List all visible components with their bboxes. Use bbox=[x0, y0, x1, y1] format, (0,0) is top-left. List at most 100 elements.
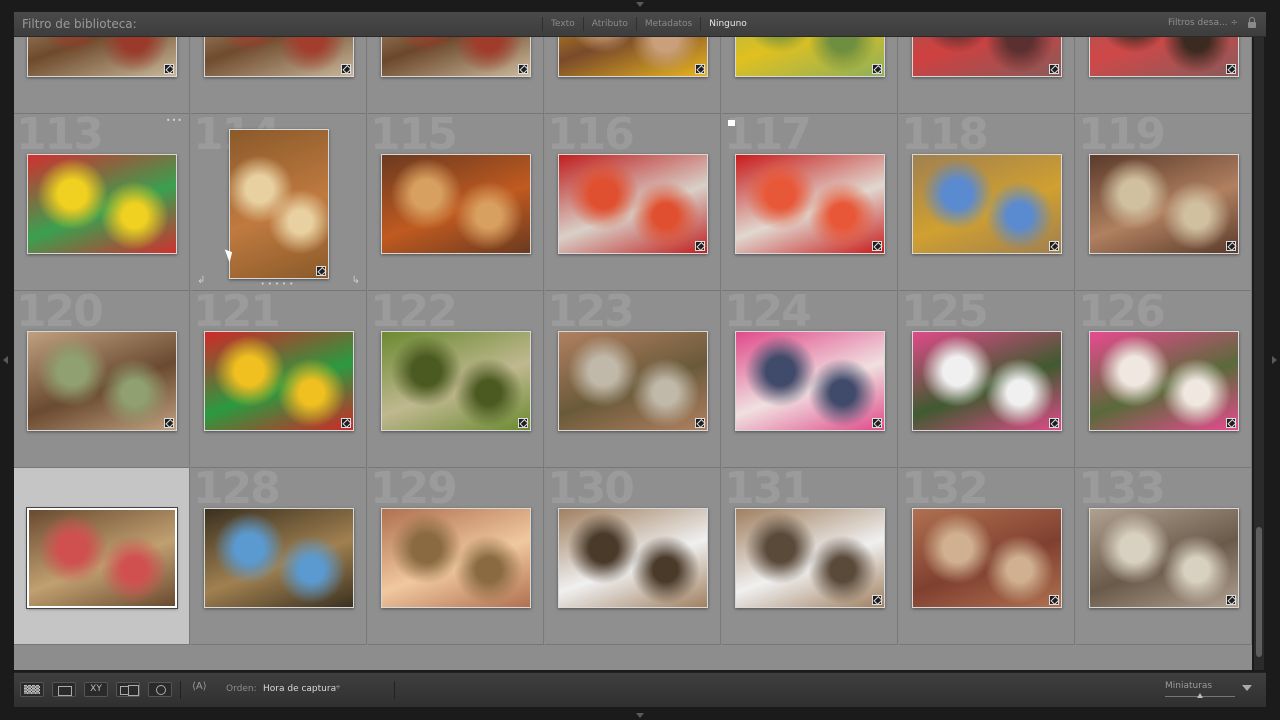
more-options-icon[interactable]: ••• bbox=[166, 116, 183, 125]
scrollbar-thumb[interactable] bbox=[1256, 527, 1262, 657]
photo-thumbnail[interactable] bbox=[203, 37, 354, 77]
compare-view-icon[interactable]: XY bbox=[84, 682, 108, 697]
grid-cell[interactable]: 118 bbox=[899, 114, 1075, 291]
metadata-badge-icon[interactable] bbox=[340, 417, 351, 428]
grid-cell[interactable]: 122 bbox=[368, 291, 544, 468]
metadata-badge-icon[interactable] bbox=[340, 63, 351, 74]
metadata-badge-icon[interactable] bbox=[1225, 417, 1236, 428]
grid-cell[interactable]: 116 bbox=[545, 114, 721, 291]
metadata-badge-icon[interactable] bbox=[163, 63, 174, 74]
grid-cell[interactable]: 114↲↳••••• bbox=[191, 114, 367, 291]
survey-view-icon[interactable] bbox=[116, 682, 140, 697]
grid-cell[interactable]: 132 bbox=[899, 468, 1075, 645]
photo-thumbnail[interactable] bbox=[203, 330, 354, 431]
photo-thumbnail[interactable] bbox=[734, 507, 885, 608]
photo-thumbnail[interactable] bbox=[203, 507, 354, 608]
grid-view-icon[interactable] bbox=[20, 682, 44, 697]
grid-cell[interactable]: 130 bbox=[545, 468, 721, 645]
photo-thumbnail[interactable] bbox=[734, 37, 885, 77]
grid-cell[interactable] bbox=[368, 37, 544, 114]
left-panel-toggle[interactable] bbox=[3, 356, 8, 364]
metadata-badge-icon[interactable] bbox=[871, 594, 882, 605]
top-panel-toggle[interactable] bbox=[636, 2, 644, 7]
sort-direction-icon[interactable]: ⟨A⟩ bbox=[192, 681, 207, 692]
grid-cell[interactable] bbox=[191, 37, 367, 114]
filter-preset-dropdown[interactable]: Filtros desa... ÷ bbox=[1168, 18, 1238, 28]
grid-cell[interactable]: 124 bbox=[722, 291, 898, 468]
grid-cell[interactable]: 115 bbox=[368, 114, 544, 291]
metadata-badge-icon[interactable] bbox=[517, 63, 528, 74]
toolbar-menu-icon[interactable] bbox=[1242, 685, 1252, 691]
metadata-badge-icon[interactable] bbox=[1225, 594, 1236, 605]
lock-icon[interactable] bbox=[1248, 17, 1256, 28]
right-panel-toggle[interactable] bbox=[1272, 356, 1277, 364]
photo-thumbnail[interactable] bbox=[1088, 330, 1239, 431]
metadata-badge-icon[interactable] bbox=[1048, 417, 1059, 428]
photo-thumbnail[interactable] bbox=[911, 37, 1062, 77]
photo-thumbnail[interactable] bbox=[1088, 507, 1239, 608]
photo-thumbnail[interactable] bbox=[557, 37, 708, 77]
photo-thumbnail[interactable] bbox=[734, 153, 885, 254]
grid-cell[interactable]: 133 bbox=[1076, 468, 1252, 645]
photo-thumbnail[interactable] bbox=[911, 330, 1062, 431]
metadata-badge-icon[interactable] bbox=[694, 240, 705, 251]
filter-tab-text[interactable]: Texto bbox=[542, 17, 583, 31]
grid-cell[interactable] bbox=[899, 37, 1075, 114]
grid-cell[interactable]: 113 ••• bbox=[14, 114, 190, 291]
sort-caret-icon[interactable]: ÷ bbox=[335, 683, 341, 691]
photo-thumbnail[interactable] bbox=[1088, 153, 1239, 254]
photo-thumbnail[interactable] bbox=[26, 330, 177, 431]
metadata-badge-icon[interactable] bbox=[694, 417, 705, 428]
metadata-badge-icon[interactable] bbox=[1048, 63, 1059, 74]
metadata-badge-icon[interactable] bbox=[694, 63, 705, 74]
filter-tab-none[interactable]: Ninguno bbox=[700, 17, 755, 31]
grid-cell[interactable]: 128 bbox=[191, 468, 367, 645]
metadata-badge-icon[interactable] bbox=[163, 417, 174, 428]
metadata-badge-icon[interactable] bbox=[315, 265, 326, 276]
photo-thumbnail[interactable] bbox=[228, 128, 329, 279]
metadata-badge-icon[interactable] bbox=[871, 240, 882, 251]
grid-cell[interactable]: 126 bbox=[1076, 291, 1252, 468]
grid-cell[interactable]: 119 bbox=[1076, 114, 1252, 291]
photo-thumbnail[interactable] bbox=[911, 153, 1062, 254]
photo-thumbnail[interactable] bbox=[26, 37, 177, 77]
photo-thumbnail[interactable] bbox=[380, 330, 531, 431]
people-view-icon[interactable] bbox=[148, 682, 172, 697]
grid-cell[interactable]: 117 bbox=[722, 114, 898, 291]
grid-scrollbar[interactable] bbox=[1254, 37, 1264, 670]
grid-cell[interactable]: 125 bbox=[899, 291, 1075, 468]
grid-cell[interactable]: 121 bbox=[191, 291, 367, 468]
grid-cell[interactable]: 129 bbox=[368, 468, 544, 645]
metadata-badge-icon[interactable] bbox=[1225, 240, 1236, 251]
grid-cell[interactable] bbox=[1076, 37, 1252, 114]
photo-thumbnail[interactable] bbox=[557, 153, 708, 254]
grid-cell[interactable] bbox=[14, 468, 190, 645]
photo-thumbnail[interactable] bbox=[734, 330, 885, 431]
filter-tab-metadata[interactable]: Metadatos bbox=[635, 17, 700, 31]
photo-thumbnail[interactable] bbox=[557, 507, 708, 608]
photo-thumbnail[interactable] bbox=[380, 153, 531, 254]
flag-icon[interactable] bbox=[728, 120, 735, 126]
loupe-view-icon[interactable] bbox=[52, 682, 76, 697]
photo-thumbnail[interactable] bbox=[380, 37, 531, 77]
photo-thumbnail[interactable] bbox=[380, 507, 531, 608]
filter-tab-attribute[interactable]: Atributo bbox=[582, 17, 636, 31]
photo-thumbnail[interactable] bbox=[26, 153, 177, 254]
grid-cell[interactable] bbox=[545, 37, 721, 114]
metadata-badge-icon[interactable] bbox=[871, 417, 882, 428]
metadata-badge-icon[interactable] bbox=[1048, 240, 1059, 251]
grid-cell[interactable] bbox=[14, 37, 190, 114]
grid-cell[interactable]: 123 bbox=[545, 291, 721, 468]
thumbnail-slider-knob[interactable] bbox=[1197, 693, 1203, 698]
metadata-badge-icon[interactable] bbox=[871, 63, 882, 74]
rating-dots[interactable]: ••••• bbox=[191, 280, 366, 288]
metadata-badge-icon[interactable] bbox=[1225, 63, 1236, 74]
photo-thumbnail[interactable] bbox=[25, 506, 178, 609]
sort-order-dropdown[interactable]: Hora de captura bbox=[263, 684, 336, 694]
bottom-panel-toggle[interactable] bbox=[636, 713, 644, 718]
grid-cell[interactable]: 131 bbox=[722, 468, 898, 645]
grid-cell[interactable]: 120 bbox=[14, 291, 190, 468]
photo-thumbnail[interactable] bbox=[557, 330, 708, 431]
metadata-badge-icon[interactable] bbox=[517, 417, 528, 428]
metadata-badge-icon[interactable] bbox=[1048, 594, 1059, 605]
